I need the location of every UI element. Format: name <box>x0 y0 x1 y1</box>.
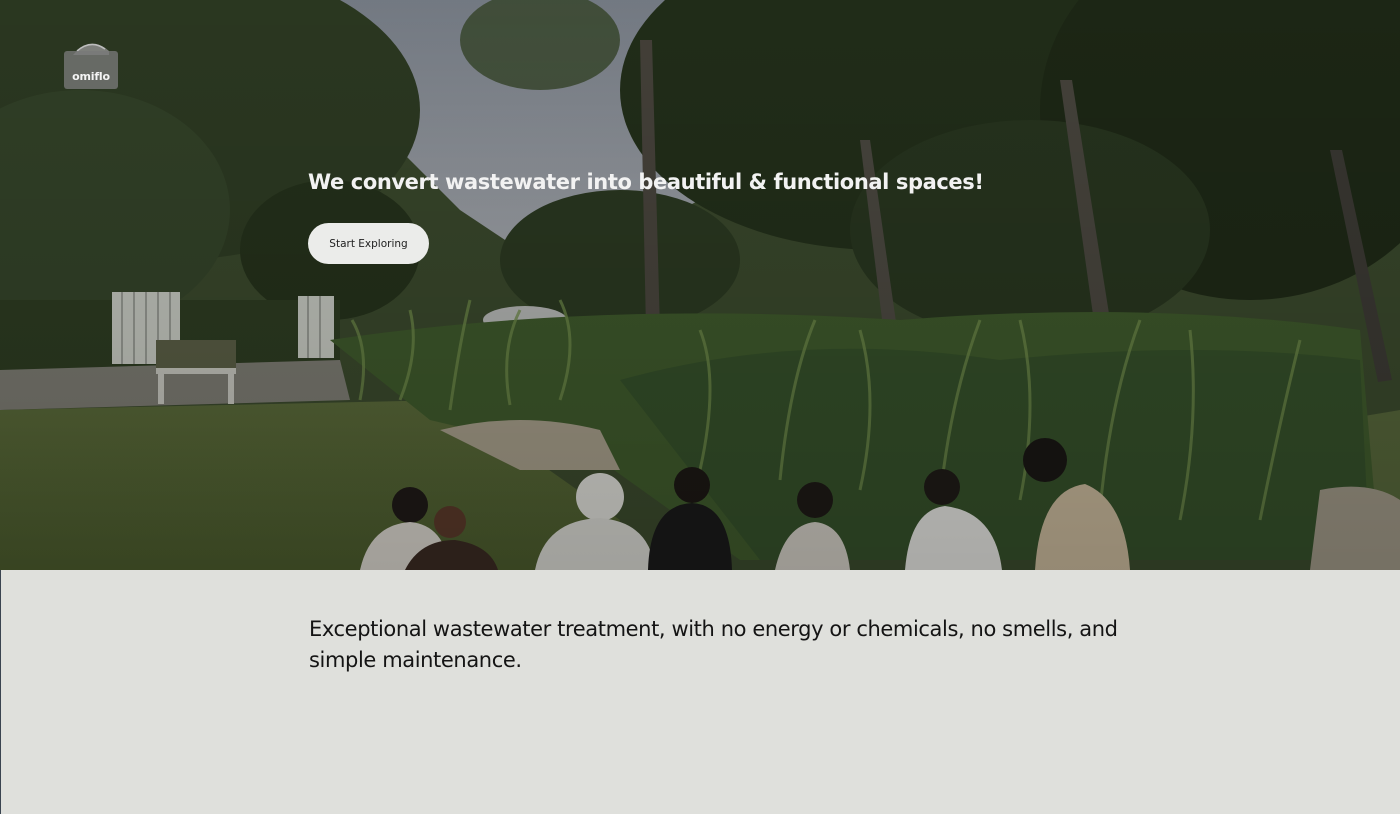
intro-section: Exceptional wastewater treatment, with n… <box>0 570 1400 814</box>
intro-tagline: Exceptional wastewater treatment, with n… <box>309 617 1118 672</box>
hero-background-image <box>0 0 1400 570</box>
logo-text: omiflo <box>72 70 110 83</box>
hero-section: omiflo We convert wastewater into beauti… <box>0 0 1400 570</box>
omiflo-logo[interactable]: omiflo <box>64 37 118 89</box>
page: omiflo We convert wastewater into beauti… <box>0 0 1400 814</box>
hero-title: We convert wastewater into beautiful & f… <box>308 170 984 194</box>
start-exploring-button[interactable]: Start Exploring <box>308 223 429 264</box>
